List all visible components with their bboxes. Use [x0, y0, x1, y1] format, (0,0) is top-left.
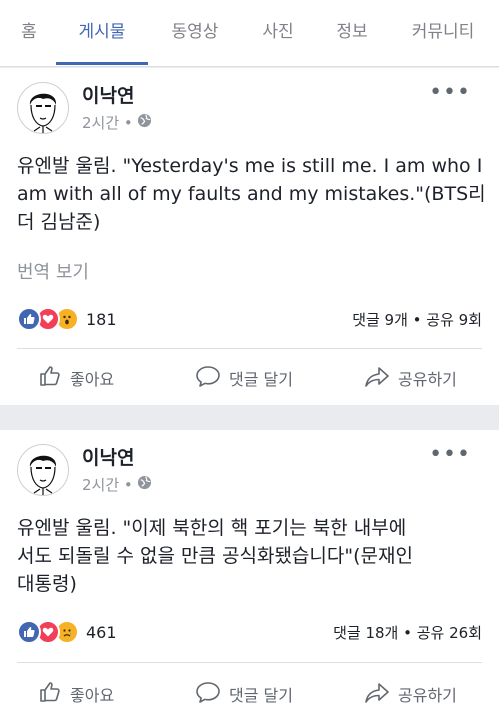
comments-shares-count[interactable]: 댓글 9개 • 공유 9회 — [352, 309, 482, 330]
comment-button[interactable]: 댓글 달기 — [195, 364, 293, 392]
share-icon — [364, 364, 390, 392]
tab-about[interactable]: 정보 — [324, 0, 380, 64]
tab-videos[interactable]: 동영상 — [160, 0, 230, 64]
like-icon — [17, 307, 41, 331]
globe-icon — [137, 475, 152, 494]
like-button[interactable]: 좋아요 — [38, 364, 114, 392]
post-card: 이낙연 2시간 • ••• 유엔발 울림. "Yesterday's me is… — [0, 68, 499, 405]
reactions-summary[interactable]: 181 — [17, 307, 117, 331]
post-meta: 2시간 • — [82, 474, 152, 495]
comment-icon — [195, 680, 221, 708]
post-time: 2시간 • — [82, 114, 133, 132]
more-options-icon[interactable]: ••• — [429, 442, 471, 467]
share-button[interactable]: 공유하기 — [364, 680, 457, 708]
comment-icon — [195, 364, 221, 392]
comment-button[interactable]: 댓글 달기 — [195, 680, 293, 708]
share-label: 공유하기 — [398, 370, 457, 389]
post-time: 2시간 • — [82, 476, 133, 494]
post-author[interactable]: 이낙연 — [82, 81, 134, 108]
like-label: 좋아요 — [70, 686, 115, 705]
reaction-count: 181 — [86, 309, 117, 329]
tab-home[interactable]: 홈 — [14, 0, 44, 64]
comments-shares-count[interactable]: 댓글 18개 • 공유 26회 — [333, 622, 482, 643]
thumbs-up-icon — [38, 364, 62, 392]
reaction-count: 461 — [86, 622, 117, 642]
tab-photos[interactable]: 사진 — [250, 0, 306, 64]
share-label: 공유하기 — [398, 686, 457, 705]
share-icon — [364, 680, 390, 708]
post-meta: 2시간 • — [82, 112, 152, 133]
see-translation-link[interactable]: 번역 보기 — [17, 258, 89, 284]
like-icon — [17, 620, 41, 644]
like-button[interactable]: 좋아요 — [38, 680, 114, 708]
tab-community[interactable]: 커뮤니티 — [398, 0, 488, 64]
avatar[interactable] — [17, 82, 69, 134]
active-tab-indicator — [56, 62, 148, 65]
divider — [17, 662, 482, 663]
share-button[interactable]: 공유하기 — [364, 364, 457, 392]
avatar[interactable] — [17, 444, 69, 496]
post-text: 유엔발 울림. "이제 북한의 핵 포기는 북한 내부에서도 되돌릴 수 없을 … — [17, 517, 419, 595]
tab-bar: 홈 게시물 동영상 사진 정보 커뮤니티 — [0, 0, 499, 67]
post-author[interactable]: 이낙연 — [82, 443, 134, 470]
reactions-summary[interactable]: 461 — [17, 620, 117, 644]
globe-icon — [137, 113, 152, 132]
tab-posts[interactable]: 게시물 — [56, 0, 148, 64]
like-label: 좋아요 — [70, 370, 115, 389]
divider — [17, 348, 482, 349]
comment-label: 댓글 달기 — [229, 370, 293, 389]
post-text: 유엔발 울림. "Yesterday's me is still me. I a… — [17, 155, 489, 233]
more-options-icon[interactable]: ••• — [429, 80, 471, 105]
comment-label: 댓글 달기 — [229, 686, 293, 705]
post-card: 이낙연 2시간 • ••• 유엔발 울림. "이제 북한의 핵 포기는 북한 내… — [0, 430, 499, 726]
thumbs-up-icon — [38, 680, 62, 708]
